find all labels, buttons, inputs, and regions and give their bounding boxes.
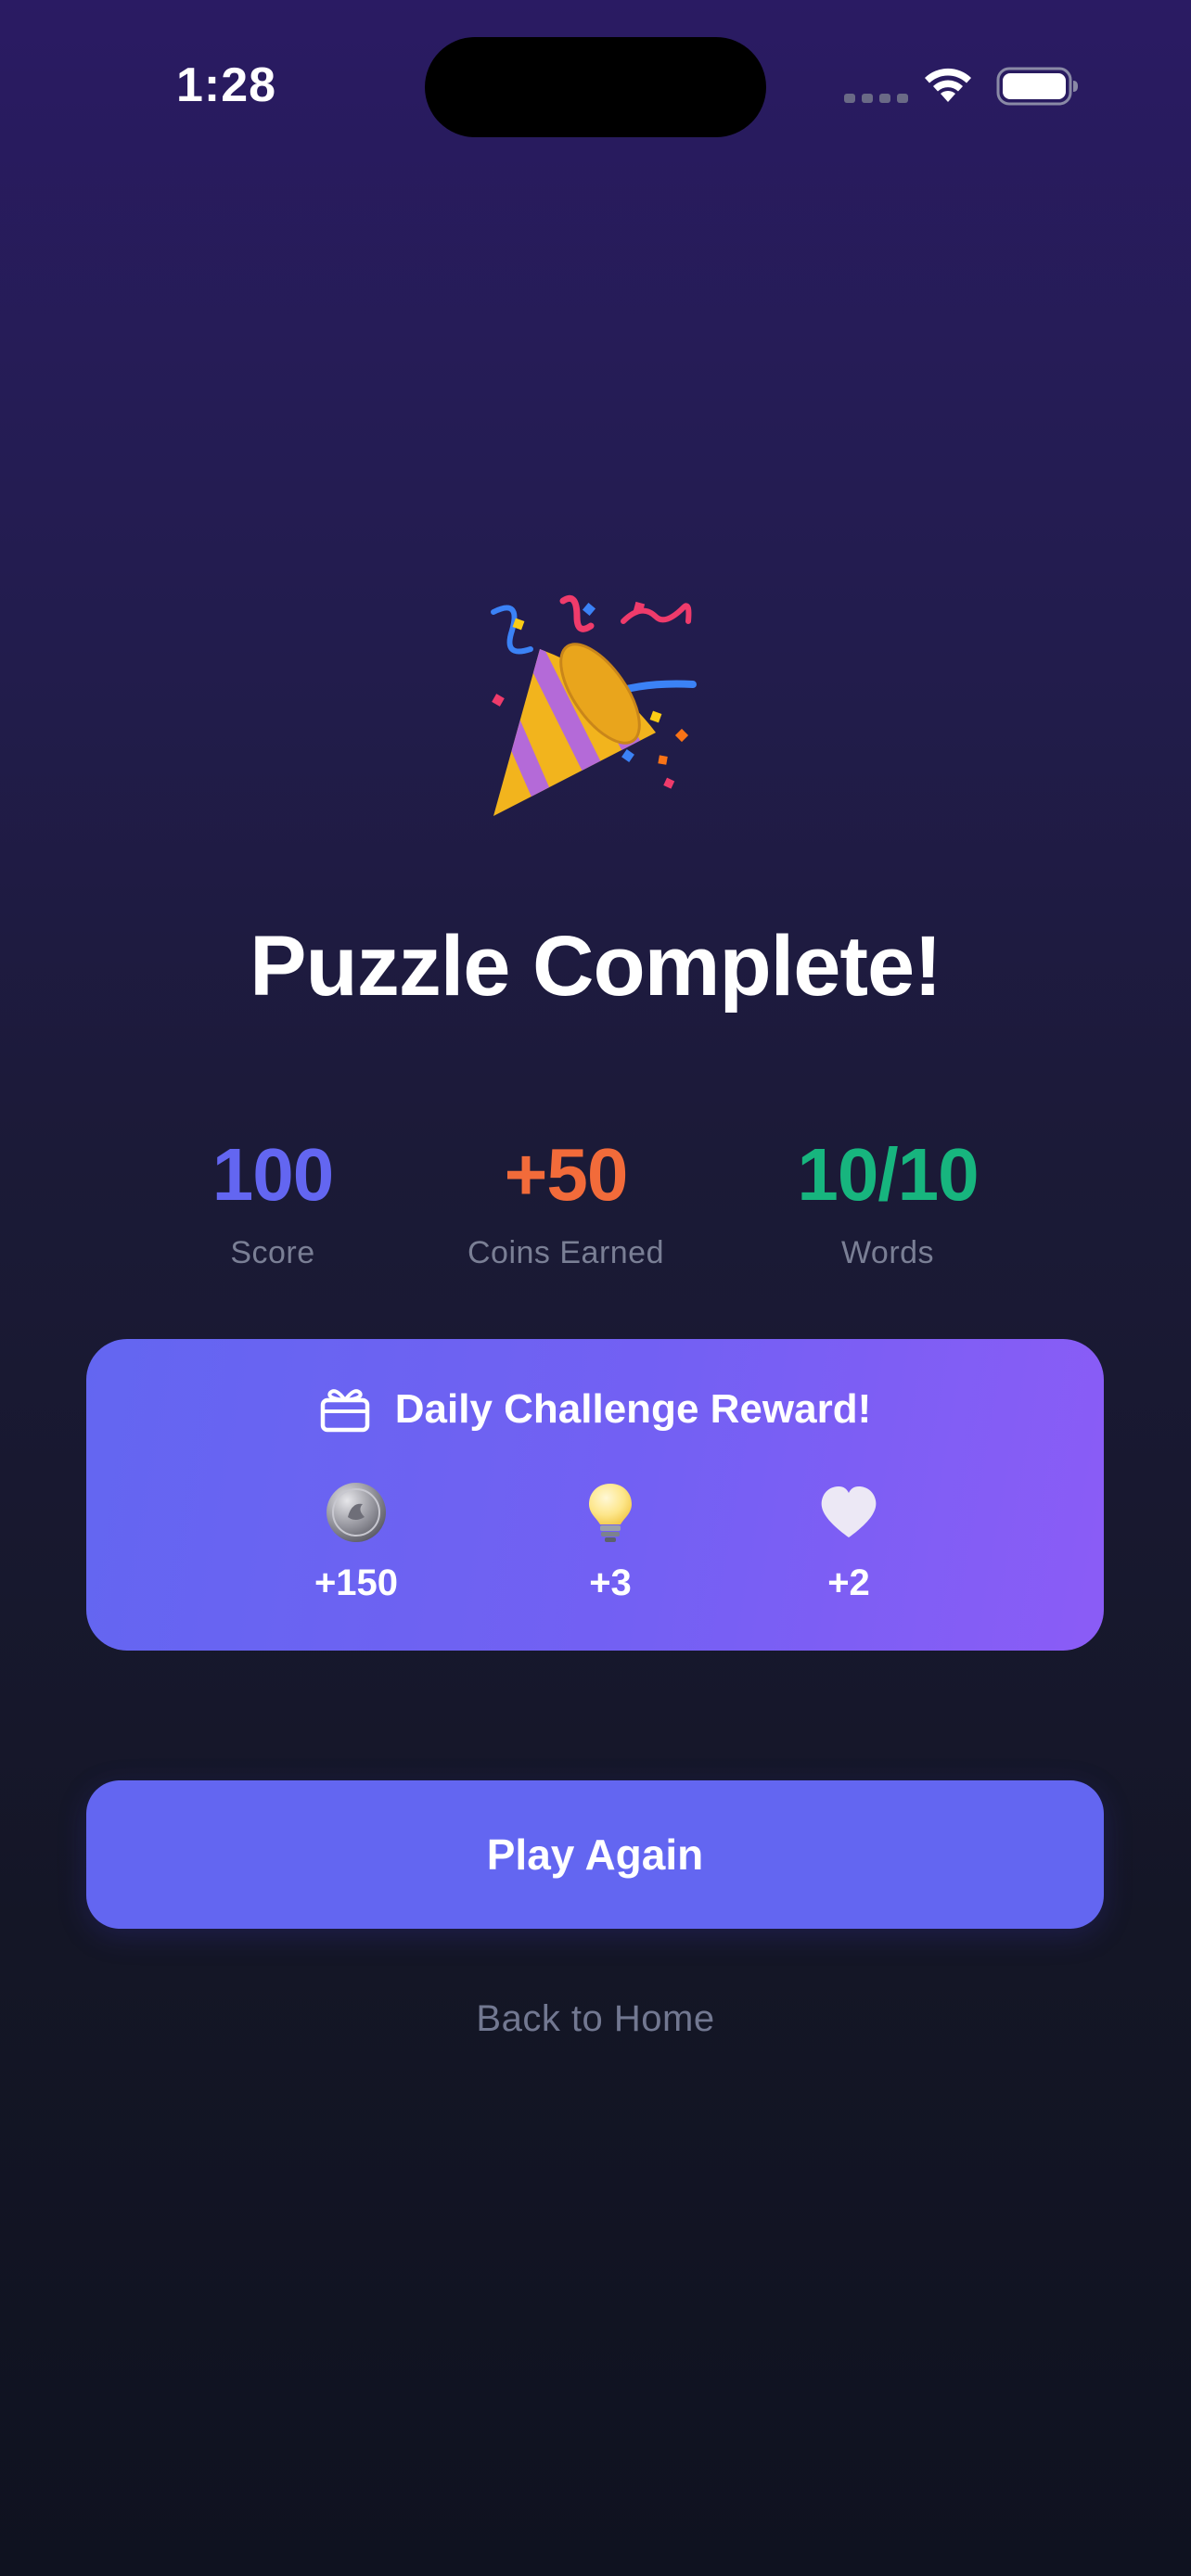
status-time: 1:28 bbox=[176, 58, 277, 112]
status-bar: 1:28 bbox=[0, 0, 1191, 176]
back-to-home-link[interactable]: Back to Home bbox=[0, 1998, 1191, 2040]
reward-header: Daily Challenge Reward! bbox=[86, 1385, 1104, 1434]
lightbulb-icon bbox=[589, 1484, 632, 1542]
stat-score-label: Score bbox=[230, 1235, 315, 1270]
heart-icon bbox=[821, 1486, 877, 1537]
stat-words-value: 10/10 bbox=[797, 1133, 979, 1216]
reward-lives: +2 bbox=[756, 1480, 941, 1606]
reward-hints-value: +3 bbox=[589, 1562, 632, 1603]
dynamic-island bbox=[425, 37, 766, 137]
daily-reward-card: Daily Challenge Reward! +150 +3 +2 bbox=[86, 1339, 1104, 1651]
cellular-dots-icon bbox=[844, 94, 908, 103]
stats-row: 100 Score +50 Coins Earned 10/10 Words bbox=[0, 1124, 1191, 1282]
stat-coins-label: Coins Earned bbox=[467, 1235, 664, 1270]
reward-lives-value: +2 bbox=[827, 1562, 870, 1603]
stat-coins-earned: +50 Coins Earned bbox=[408, 1124, 724, 1276]
stat-score: 100 Score bbox=[115, 1124, 430, 1276]
page-title: Puzzle Complete! bbox=[250, 919, 942, 1014]
reward-coins: +150 bbox=[263, 1480, 449, 1606]
battery-icon bbox=[996, 67, 1078, 106]
reward-coins-value: +150 bbox=[314, 1562, 399, 1603]
stat-words: 10/10 Words bbox=[730, 1124, 1045, 1276]
wifi-icon bbox=[925, 68, 971, 102]
stat-words-label: Words bbox=[840, 1235, 935, 1270]
play-again-button[interactable]: Play Again bbox=[86, 1780, 1104, 1929]
stat-score-value: 100 bbox=[211, 1133, 334, 1216]
coin-icon bbox=[327, 1483, 386, 1542]
reward-hints: +3 bbox=[518, 1480, 703, 1606]
gift-icon bbox=[320, 1389, 369, 1433]
reward-title: Daily Challenge Reward! bbox=[394, 1386, 872, 1432]
party-popper-icon bbox=[491, 594, 697, 816]
stat-coins-value: +50 bbox=[504, 1133, 629, 1216]
